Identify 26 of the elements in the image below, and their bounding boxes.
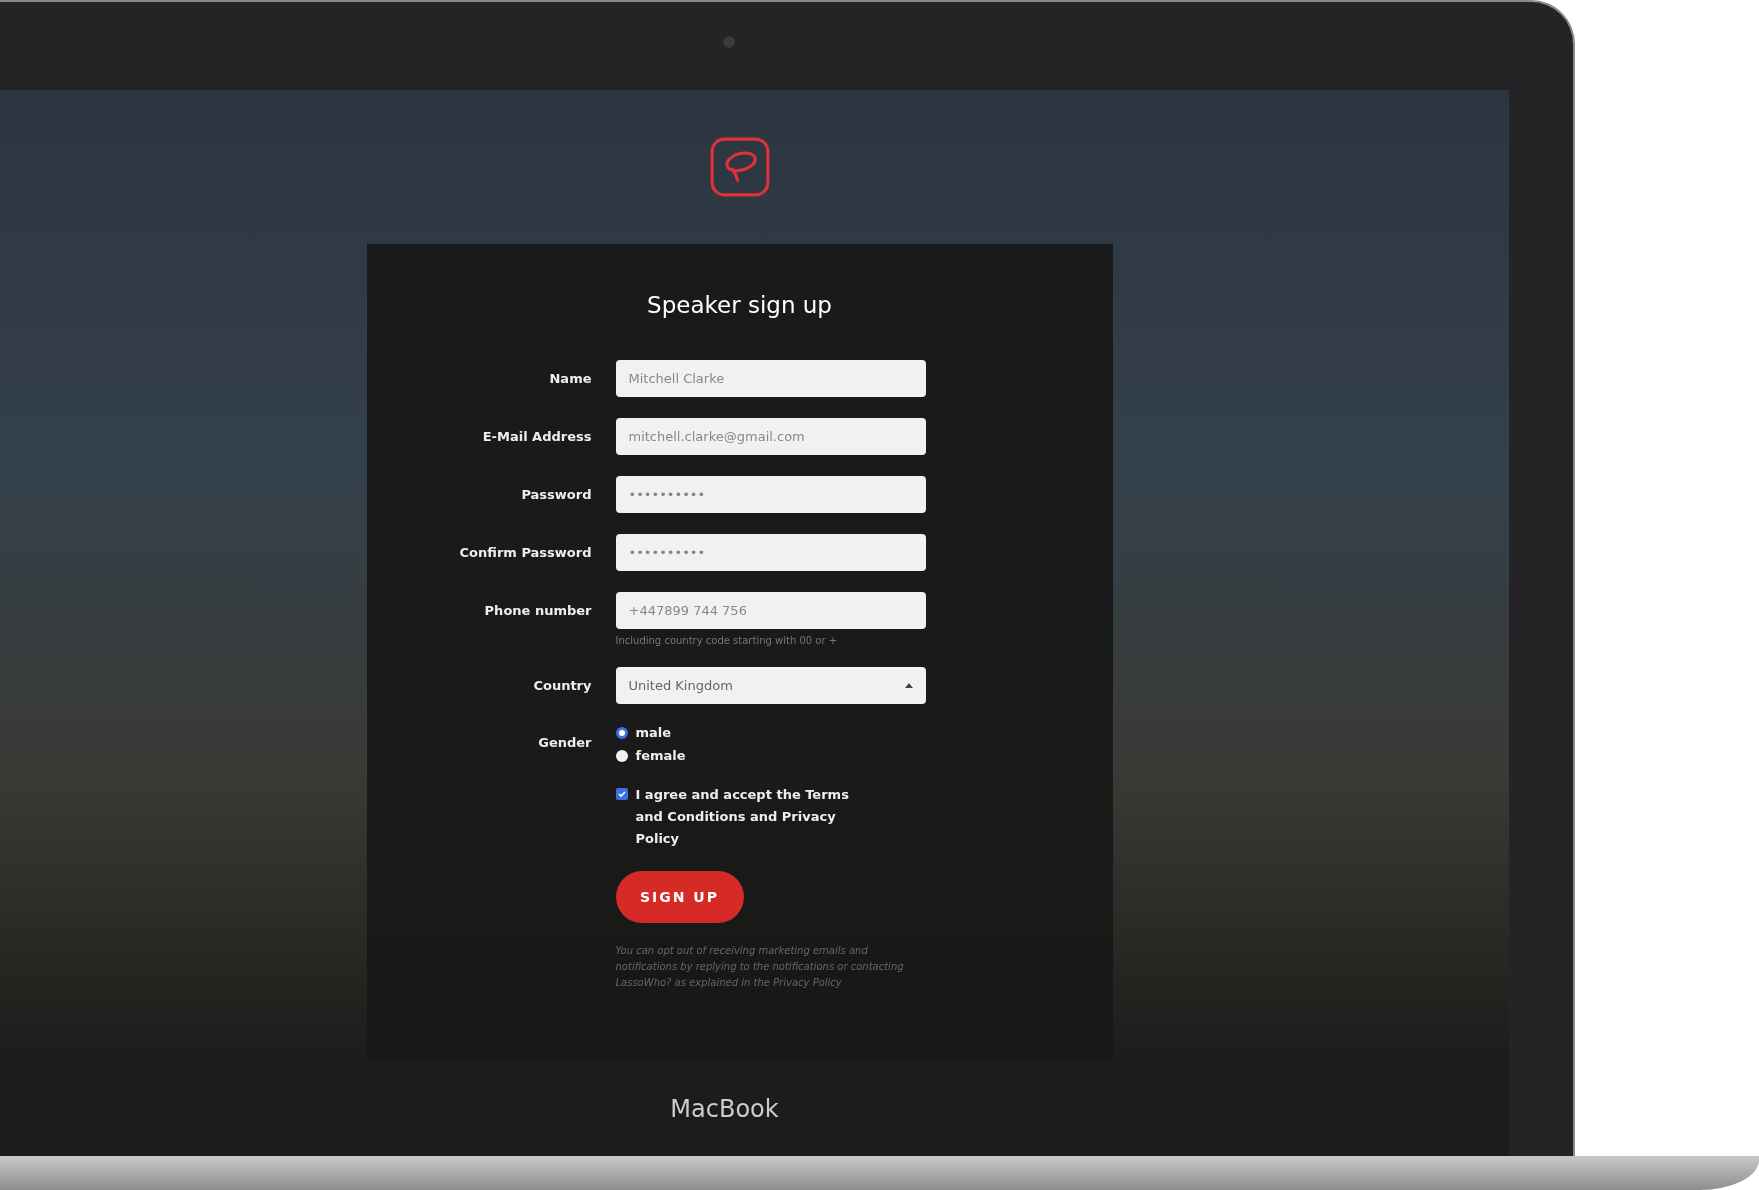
form-title: Speaker sign up: [646, 292, 833, 318]
radio-button[interactable]: [615, 749, 628, 762]
field-label: Gender: [537, 734, 593, 752]
logo-icon: [708, 136, 771, 198]
input-field[interactable]: ••••••••••: [615, 534, 926, 571]
input-field[interactable]: mitchell.clarke@gmail.com: [615, 418, 926, 455]
field-label: Phone number: [483, 602, 593, 620]
caret-icon: [904, 683, 913, 688]
field-label: Name: [548, 370, 593, 388]
radio-label[interactable]: female: [635, 748, 686, 763]
sign-up-button[interactable]: SIGN UP: [615, 871, 744, 923]
radio-label[interactable]: male: [635, 725, 672, 740]
terms-text: I agree and accept the Terms and Conditions and Privacy Policy: [635, 786, 850, 848]
field-label: E-Mail Address: [481, 428, 593, 446]
field-label: Country: [532, 677, 593, 695]
checkbox[interactable]: [615, 788, 628, 800]
field-label: Confirm Password: [458, 544, 593, 562]
fine-print: You can opt out of receiving marketing emails and notifications by replying to the notifications or contacting LassoWho? as explained in the Privacy Policy: [615, 944, 905, 990]
input-field[interactable]: Mitchell Clarke: [615, 360, 926, 397]
radio-button[interactable]: [615, 726, 628, 739]
field-label: Password: [520, 486, 593, 504]
country-dropdown[interactable]: United Kingdom: [615, 667, 926, 704]
input-field[interactable]: +447899 744 756: [615, 592, 926, 629]
input-field[interactable]: ••••••••••: [615, 476, 926, 513]
device-label: MacBook: [670, 1095, 779, 1123]
field-hint: Including country code starting with 00 or +: [615, 635, 839, 646]
